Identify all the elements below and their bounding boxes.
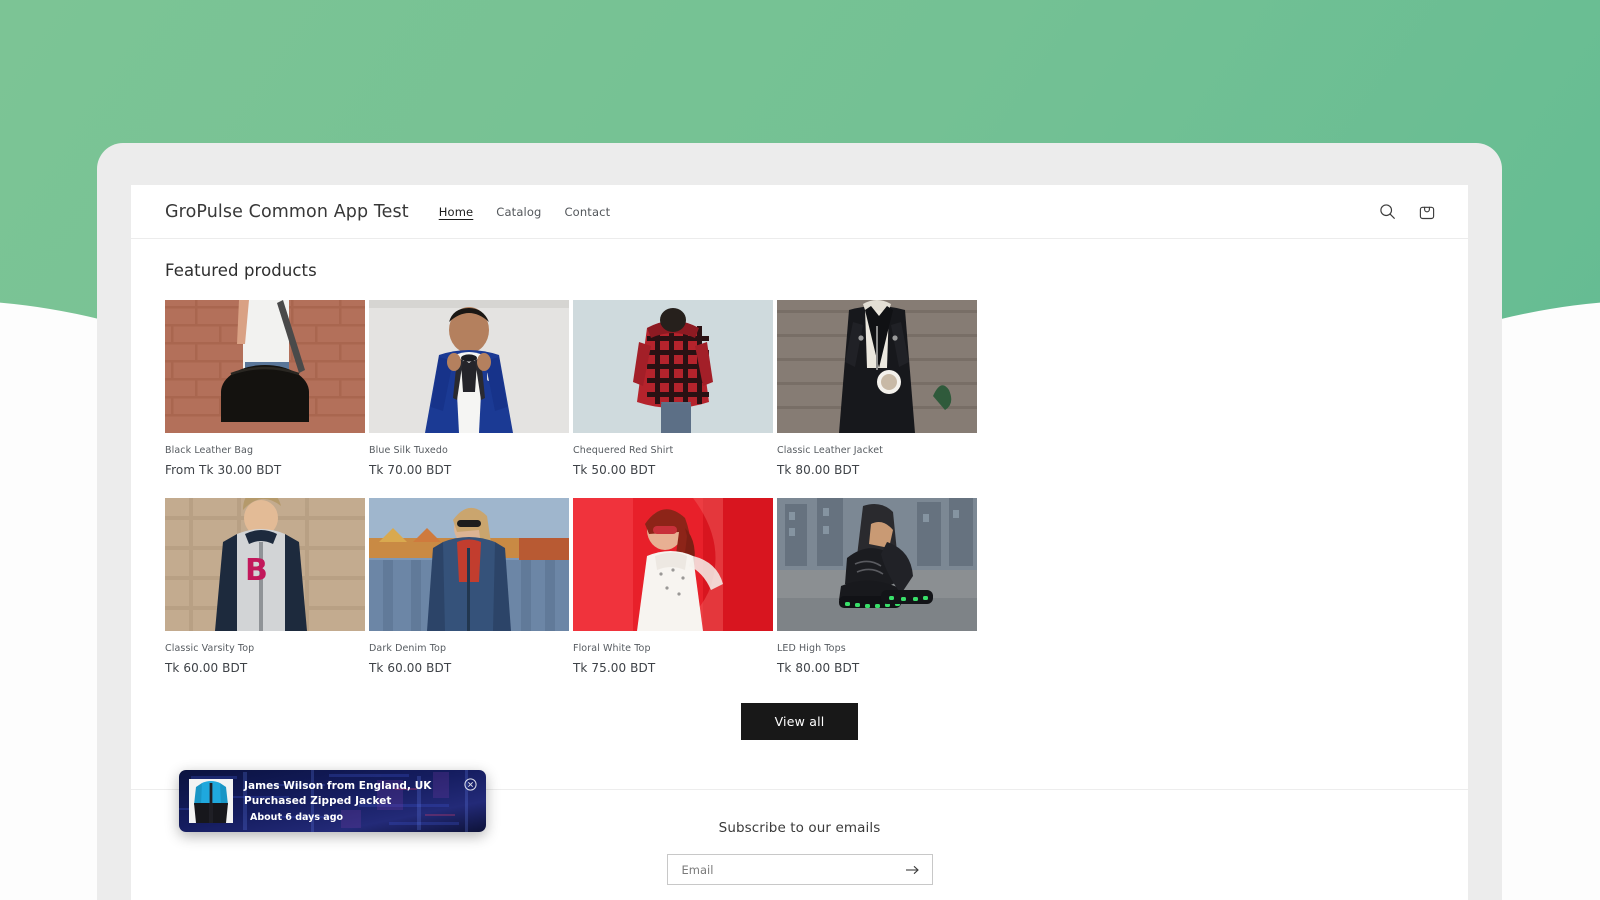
svg-text:B: B (245, 553, 268, 588)
main-content: Featured products Black Leather Bag From… (131, 239, 1468, 740)
product-price: Tk 60.00 BDT (369, 661, 452, 675)
email-input[interactable] (681, 862, 903, 877)
product-card[interactable]: LED High Tops Tk 80.00 BDT (777, 498, 977, 675)
product-card[interactable]: Floral White Top Tk 75.00 BDT (573, 498, 773, 675)
product-price: Tk 75.00 BDT (573, 661, 656, 675)
product-price: Tk 60.00 BDT (165, 661, 248, 675)
product-card[interactable]: Black Leather Bag From Tk 30.00 BDT (165, 300, 365, 477)
arrow-right-icon (905, 865, 919, 874)
search-icon[interactable] (1379, 203, 1396, 220)
site-header: GroPulse Common App Test Home Catalog Co… (131, 185, 1468, 239)
product-card[interactable]: Dark Denim Top Tk 60.00 BDT (369, 498, 569, 675)
product-image-classic-leather-jacket[interactable] (777, 300, 977, 433)
notification-content: James Wilson from England, UK Purchased … (179, 770, 486, 832)
purchase-notification-popup[interactable]: James Wilson from England, UK Purchased … (179, 770, 486, 832)
nav-link-contact[interactable]: Contact (565, 205, 611, 219)
product-price: Tk 80.00 BDT (777, 463, 860, 477)
product-title[interactable]: Chequered Red Shirt (573, 445, 773, 456)
product-price: From Tk 30.00 BDT (165, 463, 282, 477)
subscribe-form (666, 854, 933, 885)
product-price: Tk 70.00 BDT (369, 463, 452, 477)
notification-timestamp: About 6 days ago (250, 811, 344, 823)
product-image-led-high-tops[interactable] (777, 498, 977, 631)
nav-link-catalog[interactable]: Catalog (496, 205, 541, 219)
close-circle-icon[interactable] (464, 776, 477, 791)
product-price: Tk 50.00 BDT (573, 463, 656, 477)
notification-product-thumbnail[interactable] (189, 779, 233, 823)
site-brand-title[interactable]: GroPulse Common App Test (165, 202, 409, 222)
subscribe-submit-button[interactable] (903, 864, 922, 876)
product-card[interactable]: B Classic Varsity Top Tk 60.00 BDT (165, 498, 365, 675)
view-all-button[interactable]: View all (740, 703, 859, 740)
product-card[interactable]: Classic Leather Jacket Tk 80.00 BDT (777, 300, 977, 477)
product-image-floral-white-top[interactable] (573, 498, 773, 631)
notification-customer: James Wilson from England, UK (244, 779, 432, 792)
product-image-classic-varsity-top[interactable]: B (165, 498, 365, 631)
product-title[interactable]: LED High Tops (777, 643, 977, 654)
view-all-container: View all (165, 703, 1434, 740)
product-image-chequered-red-shirt[interactable] (573, 300, 773, 433)
product-price: Tk 80.00 BDT (777, 661, 860, 675)
product-title[interactable]: Black Leather Bag (165, 445, 365, 456)
header-actions (1379, 203, 1436, 221)
product-card[interactable]: Chequered Red Shirt Tk 50.00 BDT (573, 300, 773, 477)
product-title[interactable]: Classic Leather Jacket (777, 445, 977, 456)
notification-product-name: Zipped Jacket (310, 794, 392, 807)
product-image-dark-denim-top[interactable] (369, 498, 569, 631)
product-grid: Black Leather Bag From Tk 30.00 BDT Blue… (165, 300, 1434, 675)
product-card[interactable]: Blue Silk Tuxedo Tk 70.00 BDT (369, 300, 569, 477)
notification-text: James Wilson from England, UK Purchased … (244, 778, 432, 824)
notification-action: Purchased Zipped Jacket (244, 794, 432, 809)
product-title[interactable]: Floral White Top (573, 643, 773, 654)
shopping-bag-icon[interactable] (1418, 203, 1436, 221)
main-navigation: Home Catalog Contact (439, 205, 611, 219)
nav-link-home[interactable]: Home (439, 205, 474, 219)
product-image-black-leather-bag[interactable] (165, 300, 365, 433)
product-title[interactable]: Classic Varsity Top (165, 643, 365, 654)
page-title: Featured products (165, 261, 317, 280)
notification-action-prefix: Purchased (244, 794, 311, 807)
product-image-blue-silk-tuxedo[interactable] (369, 300, 569, 433)
product-title[interactable]: Blue Silk Tuxedo (369, 445, 569, 456)
product-title[interactable]: Dark Denim Top (369, 643, 569, 654)
